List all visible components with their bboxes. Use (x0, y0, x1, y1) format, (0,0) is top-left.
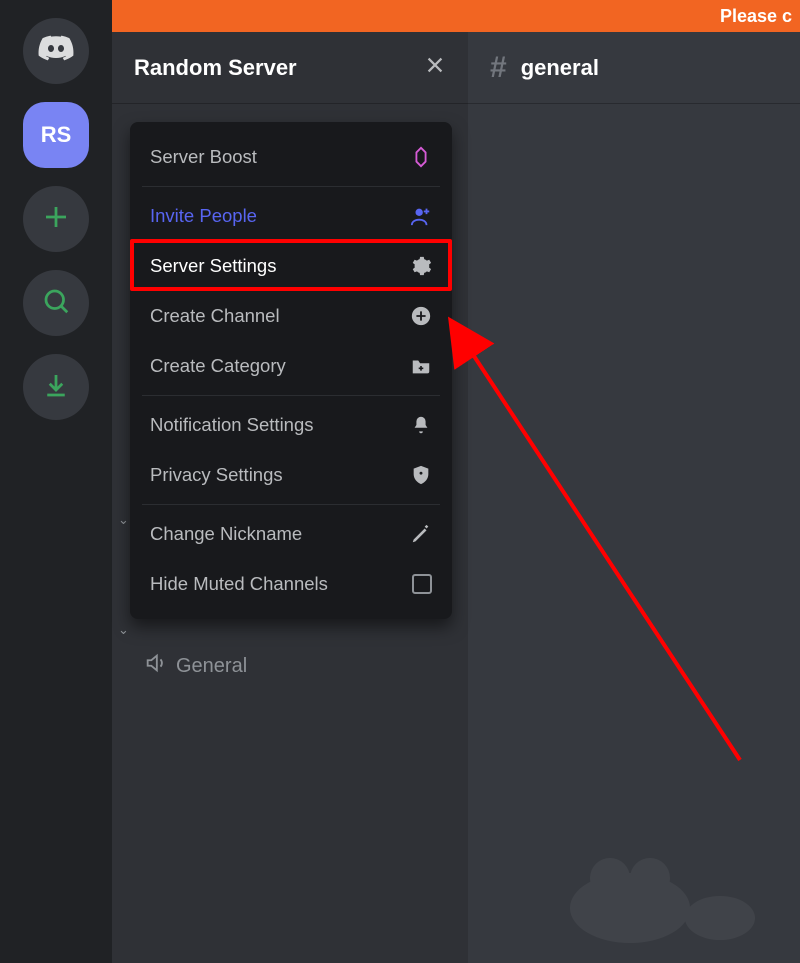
speaker-icon (144, 652, 166, 680)
menu-item-change-nickname[interactable]: Change Nickname (130, 509, 452, 559)
menu-item-privacy-settings[interactable]: Privacy Settings (130, 450, 452, 500)
menu-separator (142, 504, 440, 505)
plus-icon (41, 202, 71, 237)
menu-label: Change Nickname (150, 523, 302, 545)
menu-label: Privacy Settings (150, 464, 283, 486)
voice-channel-general[interactable]: General (144, 652, 247, 680)
wumpus-illustration (550, 798, 770, 953)
download-icon (41, 370, 71, 405)
invite-person-icon (410, 205, 432, 227)
server-name: Random Server (134, 55, 297, 81)
plus-circle-icon (410, 305, 432, 327)
chat-header: # general (468, 32, 800, 104)
hash-icon: # (490, 51, 507, 85)
menu-label: Invite People (150, 205, 257, 227)
discord-logo-icon (36, 29, 76, 74)
menu-item-notification-settings[interactable]: Notification Settings (130, 400, 452, 450)
chat-area: # general (468, 32, 800, 963)
menu-item-server-settings[interactable]: Server Settings (130, 241, 452, 291)
chevron-down-icon[interactable]: ⌄ (118, 512, 129, 528)
gear-icon (410, 255, 432, 277)
compass-icon (41, 286, 71, 321)
folder-plus-icon (410, 355, 432, 377)
menu-separator (142, 395, 440, 396)
menu-item-hide-muted[interactable]: Hide Muted Channels (130, 559, 452, 609)
server-dropdown-menu: Server Boost Invite People Server Settin… (130, 122, 452, 619)
voice-channel-label: General (176, 655, 247, 678)
bell-icon (410, 414, 432, 436)
menu-separator (142, 186, 440, 187)
menu-label: Server Settings (150, 255, 276, 277)
notice-banner: Please c (112, 0, 800, 32)
menu-item-invite-people[interactable]: Invite People (130, 191, 452, 241)
explore-servers-button[interactable] (23, 270, 89, 336)
menu-label: Hide Muted Channels (150, 573, 328, 595)
shield-icon (410, 464, 432, 486)
menu-label: Create Category (150, 355, 286, 377)
download-apps-button[interactable] (23, 354, 89, 420)
menu-item-server-boost[interactable]: Server Boost (130, 132, 452, 182)
menu-label: Notification Settings (150, 414, 314, 436)
server-rs[interactable]: RS (23, 102, 89, 168)
pencil-icon (410, 523, 432, 545)
home-button[interactable] (23, 18, 89, 84)
server-header[interactable]: Random Server (112, 32, 468, 104)
close-menu-icon[interactable] (424, 54, 446, 81)
menu-item-create-channel[interactable]: Create Channel (130, 291, 452, 341)
menu-item-create-category[interactable]: Create Category (130, 341, 452, 391)
menu-label: Create Channel (150, 305, 280, 327)
menu-label: Server Boost (150, 146, 257, 168)
guild-rail: RS (0, 0, 112, 963)
chevron-down-icon[interactable]: ⌄ (118, 622, 129, 638)
notice-banner-text: Please c (720, 6, 792, 27)
boost-gem-icon (410, 146, 432, 168)
checkbox-icon[interactable] (412, 574, 432, 594)
server-initials: RS (41, 122, 72, 148)
add-server-button[interactable] (23, 186, 89, 252)
channel-name: general (521, 55, 599, 81)
